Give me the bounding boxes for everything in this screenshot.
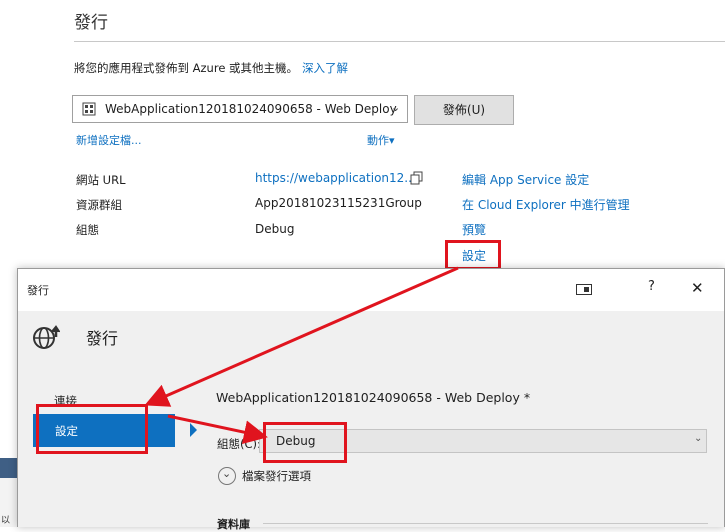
publish-button[interactable]: 發佈(U) bbox=[414, 95, 514, 125]
actions-dropdown-link[interactable]: 動作▾ bbox=[367, 132, 395, 148]
publish-profile-value: WebApplication120181024090658 - Web Depl… bbox=[105, 102, 397, 116]
copy-icon[interactable] bbox=[410, 171, 423, 185]
configuration-select-label: 組態(C): bbox=[217, 437, 261, 451]
dialog-header: 發行 bbox=[18, 311, 724, 363]
dialog-header-title: 發行 bbox=[86, 329, 119, 348]
nav-selected-arrow bbox=[190, 423, 197, 437]
web-deploy-icon bbox=[82, 102, 96, 116]
close-button[interactable]: ✕ bbox=[691, 279, 704, 297]
configuration-label: 組態 bbox=[76, 223, 99, 237]
database-section-divider bbox=[263, 523, 708, 524]
chevron-down-icon: ⌄ bbox=[391, 101, 401, 114]
title-divider bbox=[74, 41, 725, 42]
settings-link-highlight bbox=[445, 240, 501, 270]
expand-chevron-icon[interactable]: ⌄ bbox=[218, 467, 236, 485]
database-section-label: 資料庫 bbox=[217, 518, 250, 531]
dialog-body: 連接 設定 WebApplication120181024090658 - We… bbox=[18, 363, 724, 531]
globe-publish-icon bbox=[33, 325, 60, 349]
new-profile-link[interactable]: 新增設定檔... bbox=[76, 132, 142, 148]
page-title: 發行 bbox=[74, 13, 108, 33]
site-url-value[interactable]: https://webapplication12... bbox=[255, 171, 416, 185]
restore-window-icon[interactable] bbox=[576, 284, 592, 295]
preview-link[interactable]: 預覽 bbox=[462, 221, 486, 238]
publish-description-text: 將您的應用程式發佈到 Azure 或其他主機。 bbox=[74, 61, 299, 75]
publish-dialog: 發行 ? ✕ 發行 連接 設定 WebApplication1201810240… bbox=[17, 268, 725, 531]
configuration-highlight bbox=[263, 422, 347, 463]
cloud-explorer-link[interactable]: 在 Cloud Explorer 中進行管理 bbox=[462, 196, 630, 213]
nav-settings-highlight bbox=[36, 404, 148, 454]
background-window-text: 以 bbox=[1, 516, 11, 526]
chevron-down-icon: ⌄ bbox=[694, 433, 703, 444]
resource-group-value: App20181023115231Group bbox=[255, 196, 422, 210]
edit-app-service-link[interactable]: 編輯 App Service 設定 bbox=[462, 171, 589, 188]
publish-description: 將您的應用程式發佈到 Azure 或其他主機。 深入了解 bbox=[74, 60, 348, 76]
dialog-title: 發行 bbox=[27, 284, 49, 297]
learn-more-link[interactable]: 深入了解 bbox=[302, 61, 348, 75]
site-url-label: 網站 URL bbox=[76, 173, 126, 187]
file-publish-options-label[interactable]: 檔案發行選項 bbox=[242, 468, 311, 484]
publish-profile-select[interactable]: WebApplication120181024090658 - Web Depl… bbox=[72, 95, 408, 123]
background-window-bar bbox=[0, 458, 17, 478]
resource-group-label: 資源群組 bbox=[76, 198, 122, 212]
profile-heading: WebApplication120181024090658 - Web Depl… bbox=[216, 390, 531, 405]
configuration-value: Debug bbox=[255, 222, 295, 236]
help-button[interactable]: ? bbox=[648, 279, 655, 294]
